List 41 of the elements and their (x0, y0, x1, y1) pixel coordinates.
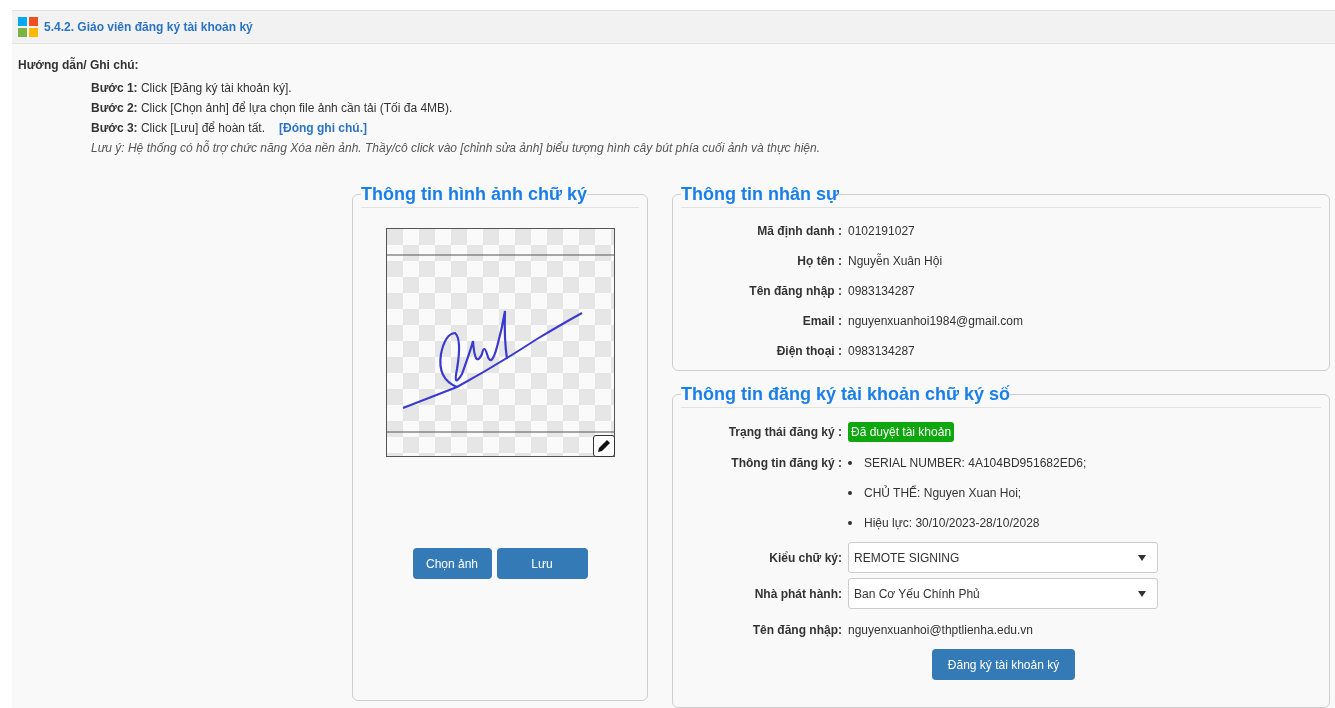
edit-icon[interactable] (592, 435, 615, 457)
save-button[interactable]: Lưu (496, 548, 588, 579)
choose-image-button[interactable]: Chọn ảnh (412, 548, 492, 579)
bullet-icon (848, 461, 852, 465)
step-text: Bước 3: Click [Lưu] để hoàn tất. (91, 120, 265, 137)
field-value: Nguyễn Xuân Hội (848, 252, 943, 270)
status-badge: Đã duyệt tài khoản (848, 422, 955, 442)
field-label: Họ tên : (796, 253, 842, 270)
info-item: CHỦ THỂ: Nguyen Xuan Hoi; (864, 484, 1022, 502)
field-value: nguyenxuanhoi@thptlienha.edu.vn (848, 622, 1033, 639)
dropdown[interactable]: REMOTE SIGNING (848, 542, 1158, 573)
section-title: Thông tin đăng ký tài khoản chữ ký số (681, 384, 1011, 404)
field-label: Trạng thái đăng ký : (727, 424, 842, 441)
section-title: Thông tin nhân sự (681, 184, 839, 204)
field-value: 0102191027 (848, 223, 915, 240)
dropdown[interactable]: Ban Cơ Yếu Chính Phủ (848, 578, 1158, 609)
guide-heading: Hướng dẫn/ Ghi chú: (18, 56, 140, 74)
page-title: 5.4.2. Giáo viên đăng ký tài khoản ký (44, 19, 253, 36)
step-text: Bước 2: Click [Chọn ảnh] để lựa chọn file ảnh cần tải (Tối đa 4MB). (91, 100, 453, 117)
field-label: Tên đăng nhập : (748, 283, 842, 300)
field-label: Kiểu chữ ký: (768, 549, 842, 567)
field-label: Tên đăng nhập: (751, 622, 842, 639)
info-item: Hiệu lực: 30/10/2023-28/10/2028 (864, 515, 1040, 532)
register-account-button[interactable]: Đăng ký tài khoản ký (932, 649, 1075, 680)
note-text: Lưu ý: Hệ thống có hỗ trợ chức năng Xóa nền ảnh. Thầy/cô click vào [chỉnh sửa ảnh] biểu tượng hình cây bút phía cuối ảnh và thực hiện. (91, 140, 821, 157)
info-item: SERIAL NUMBER: 4A104BD951682ED6; (864, 455, 1087, 472)
field-label: Email : (801, 313, 842, 330)
step-text: Bước 1: Click [Đăng ký tài khoản ký]. (91, 80, 292, 97)
field-value: 0983134287 (848, 343, 915, 360)
caret-icon (1138, 590, 1146, 597)
field-value: 0983134287 (848, 283, 915, 300)
close-notes-link[interactable]: [Đóng ghi chú.] (279, 120, 367, 137)
caret-icon (1138, 554, 1146, 561)
field-label: Mã định danh : (756, 223, 842, 240)
field-label: Điện thoại : (775, 343, 842, 360)
bullet-icon (848, 491, 852, 495)
bullet-icon (848, 521, 852, 525)
field-label: Nhà phát hành: (753, 585, 842, 603)
field-value: nguyenxuanhoi1984@gmail.com (848, 313, 1023, 330)
section-title: Thông tin hình ảnh chữ ký (361, 184, 588, 204)
field-label: Thông tin đăng ký : (730, 455, 842, 472)
